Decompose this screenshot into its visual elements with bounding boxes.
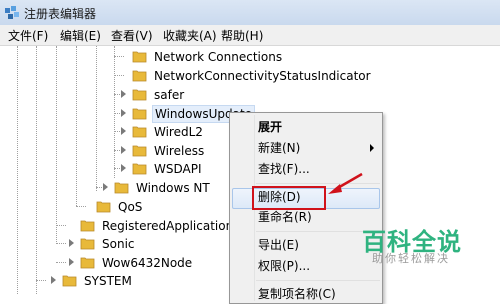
menu-view[interactable]: 查看(V) [111, 27, 153, 44]
menu-item-find[interactable]: 查找(F)... [258, 160, 310, 178]
tree-item-label: Windows NT [136, 181, 210, 195]
folder-icon [80, 238, 95, 250]
menu-item-permissions[interactable]: 权限(P)... [258, 257, 310, 275]
tree-item-label: Wireless [154, 144, 205, 158]
registry-editor-icon [5, 6, 19, 19]
expand-arrow-icon[interactable] [121, 146, 126, 154]
title-bar: 注册表编辑器 [0, 0, 500, 25]
highlight-box-annotation [252, 186, 326, 210]
folder-icon [132, 89, 147, 101]
folder-icon [80, 257, 95, 269]
expand-arrow-icon[interactable] [69, 239, 74, 247]
menu-item-new[interactable]: 新建(N) [258, 139, 300, 157]
tree-item-label: SYSTEM [84, 274, 132, 288]
watermark-tagline: 助你轻松解决 [372, 252, 450, 265]
watermark: 百科全说 助你轻松解决 [362, 222, 472, 267]
folder-icon [132, 145, 147, 157]
folder-icon [132, 163, 147, 175]
folder-icon [96, 201, 111, 213]
tree-item-label: WiredL2 [154, 125, 203, 139]
expand-arrow-icon[interactable] [69, 258, 74, 266]
menu-file[interactable]: 文件(F) [8, 27, 48, 44]
menu-separator [256, 280, 380, 281]
menu-item-rename[interactable]: 重命名(R) [258, 208, 312, 226]
menu-item-export[interactable]: 导出(E) [258, 236, 299, 254]
folder-icon [132, 108, 147, 120]
tree-item-label: WSDAPI [154, 162, 202, 176]
red-arrow-icon [328, 172, 363, 194]
expand-arrow-icon[interactable] [121, 109, 126, 117]
window-title: 注册表编辑器 [24, 7, 97, 21]
menu-bar: 文件(F) 编辑(E) 查看(V) 收藏夹(A) 帮助(H) [0, 25, 500, 46]
menu-item-copy-key-name[interactable]: 复制项名称(C) [258, 285, 336, 303]
expand-arrow-icon[interactable] [121, 90, 126, 98]
folder-icon [132, 126, 147, 138]
tree-item-label: RegisteredApplications [102, 219, 240, 233]
folder-icon [132, 51, 147, 63]
folder-icon [62, 275, 77, 287]
expand-arrow-icon[interactable] [103, 183, 108, 191]
folder-icon [114, 182, 129, 194]
tree-item-label: NetworkConnectivityStatusIndicator [154, 69, 371, 83]
folder-icon [80, 220, 95, 232]
expand-arrow-icon[interactable] [121, 164, 126, 172]
expand-arrow-icon[interactable] [121, 127, 126, 135]
menu-item-expand[interactable]: 展开 [258, 118, 282, 136]
folder-icon [132, 70, 147, 82]
menu-edit[interactable]: 编辑(E) [60, 27, 101, 44]
menu-help[interactable]: 帮助(H) [221, 27, 263, 44]
tree-item-label: Sonic [102, 237, 135, 251]
tree-item-label: Wow6432Node [102, 256, 193, 270]
menu-favorites[interactable]: 收藏夹(A) [163, 27, 217, 44]
submenu-arrow-icon [370, 144, 374, 152]
tree-item-label: QoS [118, 200, 143, 214]
tree-item-label: safer [154, 88, 185, 102]
tree-item-label: Network Connections [154, 50, 283, 64]
expand-arrow-icon[interactable] [51, 276, 56, 284]
